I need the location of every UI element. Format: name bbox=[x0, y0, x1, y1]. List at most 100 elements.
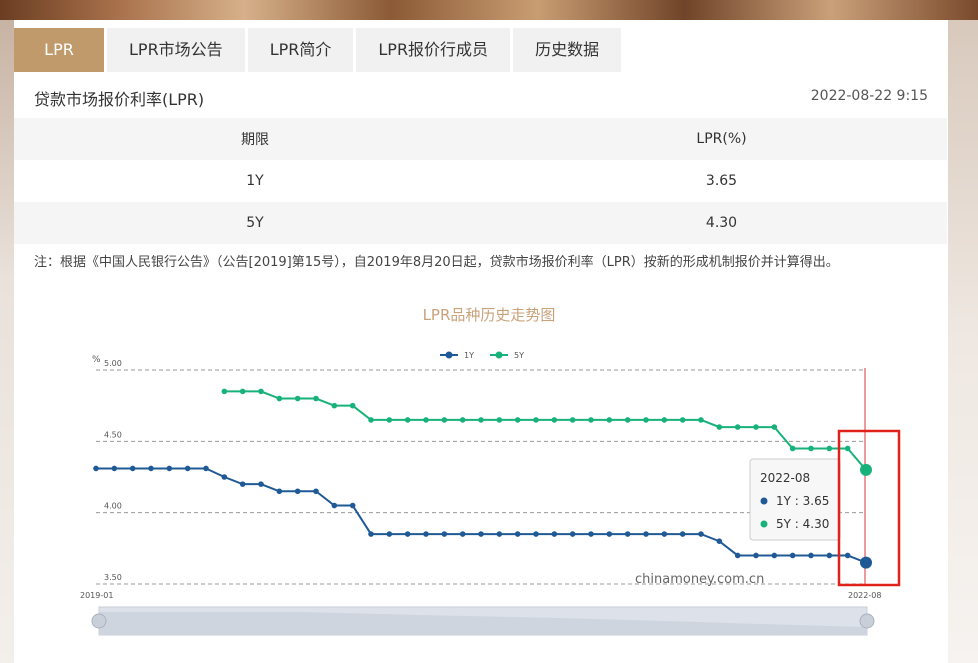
data-point[interactable] bbox=[203, 466, 209, 472]
data-point[interactable] bbox=[478, 531, 484, 537]
data-point[interactable] bbox=[588, 417, 594, 423]
data-point[interactable] bbox=[753, 553, 759, 559]
data-point[interactable] bbox=[497, 531, 503, 537]
data-point[interactable] bbox=[222, 474, 228, 480]
data-point[interactable] bbox=[332, 403, 338, 409]
y-axis-label: % bbox=[92, 355, 101, 365]
data-point[interactable] bbox=[662, 417, 668, 423]
data-point[interactable] bbox=[735, 424, 741, 430]
data-point[interactable] bbox=[698, 417, 704, 423]
data-point[interactable] bbox=[717, 538, 723, 544]
data-point[interactable] bbox=[423, 417, 429, 423]
data-point[interactable] bbox=[130, 466, 136, 472]
data-point[interactable] bbox=[680, 531, 686, 537]
data-point[interactable] bbox=[295, 488, 301, 494]
data-point[interactable] bbox=[552, 531, 558, 537]
data-point[interactable] bbox=[277, 488, 283, 494]
data-point[interactable] bbox=[368, 531, 374, 537]
y-tick-label: 4.00 bbox=[104, 502, 122, 511]
tooltip-title: 2022-08 bbox=[760, 471, 810, 485]
data-point[interactable] bbox=[185, 466, 191, 472]
data-point[interactable] bbox=[258, 389, 264, 395]
data-point[interactable] bbox=[680, 417, 686, 423]
data-point[interactable] bbox=[827, 446, 833, 452]
data-point[interactable] bbox=[717, 424, 723, 430]
data-point[interactable] bbox=[93, 466, 99, 472]
data-point[interactable] bbox=[753, 424, 759, 430]
data-point[interactable] bbox=[368, 417, 374, 423]
data-point[interactable] bbox=[350, 403, 356, 409]
data-point[interactable] bbox=[790, 446, 796, 452]
data-point[interactable] bbox=[442, 417, 448, 423]
data-point[interactable] bbox=[405, 417, 411, 423]
series-line-5Y bbox=[224, 391, 866, 469]
y-tick-label: 5.00 bbox=[104, 359, 122, 368]
data-point[interactable] bbox=[277, 396, 283, 402]
data-point[interactable] bbox=[387, 531, 393, 537]
legend-label: 5Y bbox=[514, 351, 524, 360]
data-point[interactable] bbox=[625, 531, 631, 537]
data-point[interactable] bbox=[478, 417, 484, 423]
data-point[interactable] bbox=[167, 466, 173, 472]
data-point[interactable] bbox=[625, 417, 631, 423]
legend-marker-5Y bbox=[496, 352, 503, 359]
data-point[interactable] bbox=[607, 531, 613, 537]
legend-marker-1Y bbox=[446, 352, 453, 359]
legend-label: 1Y bbox=[464, 351, 474, 360]
x-tick-label: 2022-08 bbox=[848, 591, 881, 600]
zoom-handle-right[interactable] bbox=[860, 614, 874, 628]
data-point[interactable] bbox=[845, 446, 851, 452]
data-point[interactable] bbox=[497, 417, 503, 423]
data-point[interactable] bbox=[808, 446, 814, 452]
data-point[interactable] bbox=[332, 503, 338, 509]
data-point[interactable] bbox=[790, 553, 796, 559]
data-point[interactable] bbox=[570, 531, 576, 537]
data-point[interactable] bbox=[533, 531, 539, 537]
data-point[interactable] bbox=[735, 553, 741, 559]
data-point[interactable] bbox=[808, 553, 814, 559]
data-point[interactable] bbox=[405, 531, 411, 537]
data-point[interactable] bbox=[698, 531, 704, 537]
data-point[interactable] bbox=[313, 488, 319, 494]
tooltip-marker bbox=[761, 521, 768, 528]
tooltip-item: 5Y : 4.30 bbox=[776, 517, 829, 531]
data-point[interactable] bbox=[607, 417, 613, 423]
data-point[interactable] bbox=[148, 466, 154, 472]
tooltip-marker bbox=[761, 498, 768, 505]
data-point[interactable] bbox=[240, 389, 246, 395]
data-point[interactable] bbox=[827, 553, 833, 559]
y-tick-label: 3.50 bbox=[104, 573, 122, 582]
data-point[interactable] bbox=[845, 553, 851, 559]
data-point[interactable] bbox=[460, 417, 466, 423]
data-point[interactable] bbox=[570, 417, 576, 423]
tooltip-item: 1Y : 3.65 bbox=[776, 494, 829, 508]
data-point[interactable] bbox=[515, 417, 521, 423]
data-point[interactable] bbox=[643, 531, 649, 537]
data-point[interactable] bbox=[350, 503, 356, 509]
data-point[interactable] bbox=[240, 481, 246, 487]
watermark: chinamoney.com.cn bbox=[635, 572, 764, 587]
data-point[interactable] bbox=[515, 531, 521, 537]
data-point[interactable] bbox=[423, 531, 429, 537]
data-point[interactable] bbox=[533, 417, 539, 423]
y-tick-label: 4.50 bbox=[104, 430, 122, 439]
data-point[interactable] bbox=[772, 553, 778, 559]
data-point[interactable] bbox=[442, 531, 448, 537]
data-point[interactable] bbox=[258, 481, 264, 487]
data-point[interactable] bbox=[662, 531, 668, 537]
data-point[interactable] bbox=[460, 531, 466, 537]
data-point[interactable] bbox=[222, 389, 228, 395]
data-point[interactable] bbox=[313, 396, 319, 402]
data-point[interactable] bbox=[643, 417, 649, 423]
data-point[interactable] bbox=[387, 417, 393, 423]
data-point[interactable] bbox=[552, 417, 558, 423]
x-tick-label: 2019-01 bbox=[80, 591, 113, 600]
data-point[interactable] bbox=[295, 396, 301, 402]
zoom-handle-left[interactable] bbox=[92, 614, 106, 628]
data-point[interactable] bbox=[772, 424, 778, 430]
data-point[interactable] bbox=[588, 531, 594, 537]
data-point[interactable] bbox=[860, 557, 872, 569]
data-point[interactable] bbox=[112, 466, 118, 472]
data-point[interactable] bbox=[860, 464, 872, 476]
lpr-history-chart[interactable]: 5.00 4.50 4.00 3.50% 2019-01 2022-08 1Y 5Y 2022-… bbox=[0, 0, 978, 663]
